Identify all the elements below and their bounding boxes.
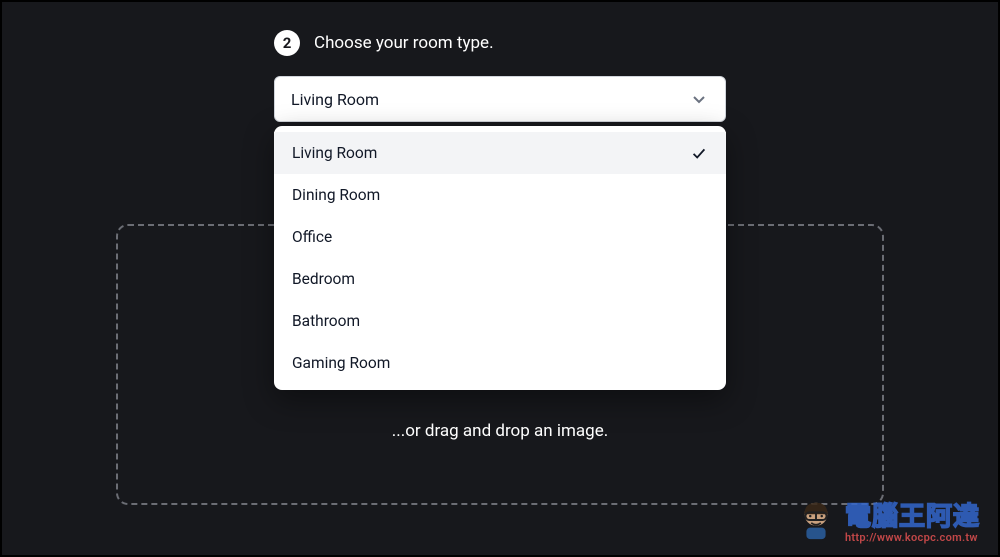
select-dropdown: Living Room Dining Room Office Bedroom Bathr… (274, 126, 726, 390)
check-icon (690, 144, 708, 162)
option-label: Bathroom (292, 312, 360, 330)
select-option[interactable]: Gaming Room (274, 342, 726, 384)
chevron-down-icon (689, 89, 709, 109)
select-option[interactable]: Living Room (274, 132, 726, 174)
select-option[interactable]: Bedroom (274, 258, 726, 300)
option-label: Gaming Room (292, 354, 390, 372)
watermark-brand: 電腦王阿達 (845, 504, 980, 530)
step-number-badge: 2 (274, 30, 300, 56)
room-type-select[interactable]: Living Room Living RoomDining RoomOffice… (274, 76, 726, 122)
step-header: 2 Choose your room type. (274, 30, 726, 56)
option-label: Dining Room (292, 186, 380, 204)
option-label: Office (292, 228, 332, 246)
watermark: 電腦王阿達 http://www.kocpc.com.tw (793, 497, 980, 543)
step-title: Choose your room type. (314, 33, 494, 53)
drag-drop-hint: ...or drag and drop an image. (392, 421, 608, 441)
select-option[interactable]: Bathroom (274, 300, 726, 342)
select-value: Living Room (291, 90, 379, 109)
watermark-mascot-icon (793, 497, 839, 543)
option-label: Bedroom (292, 270, 355, 288)
select-trigger[interactable]: Living Room (274, 76, 726, 122)
select-option[interactable]: Dining Room (274, 174, 726, 216)
select-option[interactable]: Office (274, 216, 726, 258)
option-label: Living Room (292, 144, 377, 162)
watermark-url: http://www.kocpc.com.tw (845, 532, 980, 543)
